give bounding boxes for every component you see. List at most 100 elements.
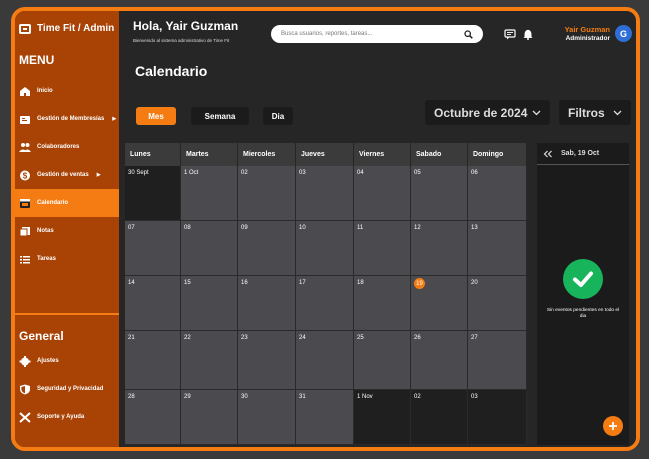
calendar-day[interactable]: 13 [468,221,527,276]
calendar-day[interactable]: 29 [181,390,238,445]
calendar-day-today[interactable]: 19 [411,276,468,331]
sidebar-item-inicio[interactable]: Inicio [15,77,119,105]
sidebar-item-label: Notas [37,228,54,234]
tasks-icon [19,254,31,265]
calendar-day[interactable]: 26 [411,331,468,390]
greeting-subtitle: Bienvenido al sistema administrativo de … [133,38,230,43]
day-number: 06 [471,170,478,176]
day-number: 26 [414,335,421,341]
day-number: 10 [299,225,306,231]
dumbbell-icon [19,23,31,34]
sidebar-item-tareas[interactable]: Tareas [15,245,119,273]
dollar-icon: $ [19,170,31,181]
search-input[interactable]: Busca usuarios, reportes, tareas... [271,25,483,43]
calendar-day[interactable]: 21 [125,331,181,390]
calendar-day[interactable]: 03 [468,390,527,445]
day-number: 11 [357,225,364,231]
today-badge: 19 [414,278,425,289]
calendar-day[interactable]: 16 [238,276,296,331]
calendar-day[interactable]: 06 [468,166,527,221]
calendar-day[interactable]: 31 [296,390,354,445]
calendar-day[interactable]: 18 [354,276,411,331]
panel-date: Sab, 19 Oct [561,150,600,157]
month-label: Octubre de 2024 [434,105,528,120]
day-number: 1 Nov [357,394,373,400]
month-selector[interactable]: Octubre de 2024 [425,100,550,125]
day-number: 09 [241,225,248,231]
calendar-day[interactable]: 30 Sept [125,166,181,221]
view-week-button[interactable]: Semana [191,107,249,125]
chevron-down-icon [613,110,622,115]
calendar-weekday-header: Lunes Martes Miercoles Jueves Viernes Sa… [125,143,527,166]
calendar-day[interactable]: 15 [181,276,238,331]
calendar-day[interactable]: 17 [296,276,354,331]
home-icon [19,86,31,97]
calendar-day[interactable]: 10 [296,221,354,276]
sidebar-item-label: Colaboradores [37,144,80,150]
view-month-button[interactable]: Mes [136,107,176,125]
sidebar-item-ventas[interactable]: $ Gestión de ventas ▶ [15,161,119,189]
weekday-label: Sabado [411,143,468,166]
avatar[interactable]: G [615,25,632,42]
calendar-day[interactable]: 04 [354,166,411,221]
weekday-label: Martes [181,143,238,166]
calendar-day[interactable]: 07 [125,221,181,276]
calendar-day[interactable]: 1 Nov [354,390,411,445]
membership-icon [19,114,31,125]
sidebar-item-label: Gestión de ventas [37,172,89,178]
day-number: 21 [128,335,135,341]
add-event-button[interactable] [603,416,623,436]
chat-icon[interactable] [504,29,516,40]
day-number: 16 [241,280,248,286]
calendar-day[interactable]: 1 Oct [181,166,238,221]
calendar-day[interactable]: 22 [181,331,238,390]
filters-dropdown[interactable]: Filtros [559,100,631,125]
brand[interactable]: Time Fit / Admin [19,23,114,34]
sidebar-item-calendario[interactable]: Calendario [15,189,119,217]
calendar-day[interactable]: 20 [468,276,527,331]
calendar-day[interactable]: 09 [238,221,296,276]
calendar-day[interactable]: 27 [468,331,527,390]
sidebar-item-seguridad[interactable]: Seguridad y Privacidad [15,375,119,403]
calendar-day[interactable]: 24 [296,331,354,390]
calendar-day[interactable]: 11 [354,221,411,276]
calendar-day[interactable]: 14 [125,276,181,331]
sidebar-item-notas[interactable]: Notas [15,217,119,245]
day-number: 23 [241,335,248,341]
panel-header: Sab, 19 Oct [537,143,629,165]
double-chevron-left-icon[interactable] [543,150,553,158]
calendar-day[interactable]: 02 [411,390,468,445]
calendar-day[interactable]: 30 [238,390,296,445]
calendar-day[interactable]: 12 [411,221,468,276]
user-role: Administrador [565,35,610,42]
calendar-day[interactable]: 08 [181,221,238,276]
search-icon[interactable] [464,29,473,39]
bell-icon[interactable] [522,29,534,40]
day-number: 18 [357,280,364,286]
day-number: 15 [184,280,191,286]
sidebar-item-colaboradores[interactable]: Colaboradores [15,133,119,161]
calendar-day[interactable]: 05 [411,166,468,221]
view-day-button[interactable]: Dia [263,107,293,125]
chevron-down-icon [532,110,541,115]
day-number: 28 [128,394,135,400]
day-number: 29 [184,394,191,400]
weekday-label: Jueves [296,143,354,166]
calendar-day[interactable]: 23 [238,331,296,390]
day-number: 31 [299,394,306,400]
page-title: Calendario [135,63,208,79]
sidebar-item-membresias[interactable]: Gestión de Membresías ▶ [15,105,119,133]
sidebar-item-ajustes[interactable]: Ajustes [15,347,119,375]
user-name[interactable]: Yair Guzman [565,25,610,34]
app-frame: Time Fit / Admin MENU Inicio Gestión de … [11,7,640,451]
calendar-day[interactable]: 02 [238,166,296,221]
day-number: 25 [357,335,364,341]
sidebar-nav: Inicio Gestión de Membresías ▶ Colaborad… [15,77,119,273]
sidebar-item-soporte[interactable]: Soporte y Ayuda [15,403,119,431]
calendar-day[interactable]: 03 [296,166,354,221]
day-number: 17 [299,280,306,286]
calendar-day[interactable]: 25 [354,331,411,390]
brand-title: Time Fit / Admin [37,23,115,34]
calendar-day[interactable]: 28 [125,390,181,445]
sidebar-item-label: Calendario [37,200,69,206]
